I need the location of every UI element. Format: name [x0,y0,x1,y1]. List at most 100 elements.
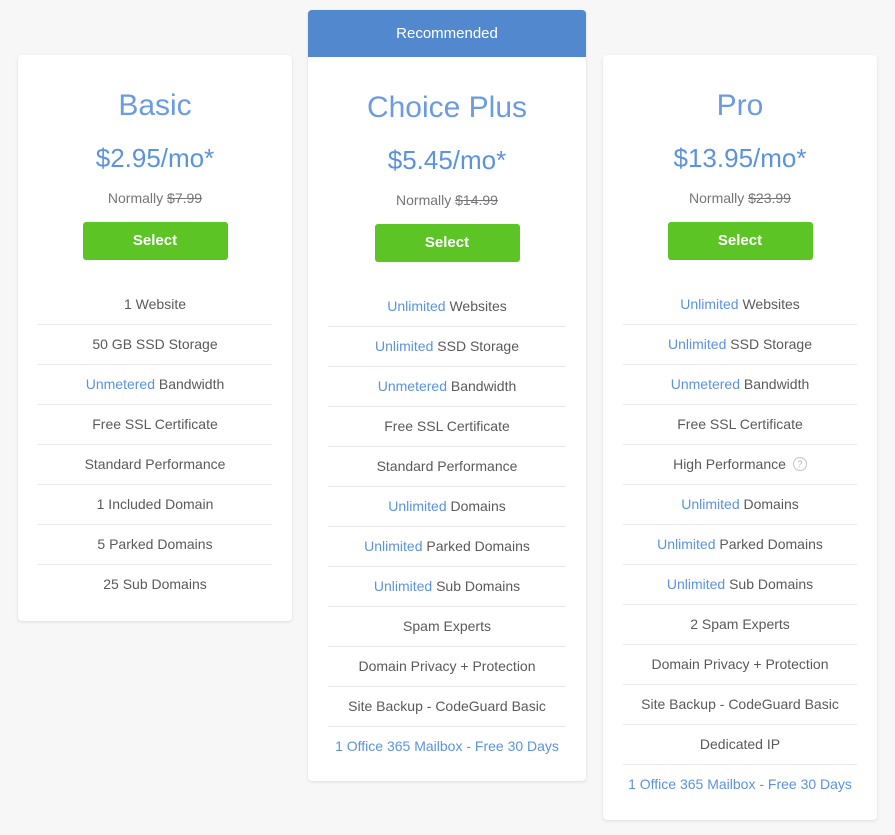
feature-item: Free SSL Certificate [623,403,857,444]
feature-label: 5 Parked Domains [97,536,213,553]
feature-label: Bandwidth [158,376,225,393]
feature-item: Domain Privacy + Protection [328,645,566,686]
feature-label: Bandwidth [450,378,517,395]
feature-item: Unlimited Domains [328,485,566,526]
feature-item: Spam Experts [328,605,566,646]
feature-label: Spam Experts [403,618,491,635]
feature-item: Unmetered Bandwidth [623,363,857,404]
feature-label: Bandwidth [743,376,810,393]
feature-item: Unlimited Websites [328,286,566,326]
feature-item: Unlimited Parked Domains [328,525,566,566]
feature-item: Domain Privacy + Protection [623,643,857,684]
select-button-pro[interactable]: Select [667,221,813,260]
feature-item: Free SSL Certificate [38,403,272,444]
feature-label: Websites [449,297,507,314]
feature-label: SSD Storage [730,336,812,353]
normally-label: Normally [107,189,164,206]
plan-name-pro: Pro [716,89,764,122]
feature-item: Unlimited Sub Domains [328,565,566,606]
feature-label: Sub Domains [436,578,521,595]
plan-card-pro[interactable]: Pro $13.95/mo* Normally $23.99 Select Un… [603,55,877,820]
feature-label: High Performance [673,456,786,473]
feature-label: 1 Office 365 Mailbox - Free 30 Days [628,776,852,793]
help-icon[interactable]: ? [792,457,807,472]
feature-item: Standard Performance [38,443,272,484]
plan-normally-pro: Normally $23.99 [603,190,877,206]
feature-highlight: Unlimited [364,538,423,555]
feature-list-basic: 1 Website 50 GB SSD Storage Unmetered Band… [18,284,292,604]
plan-price-basic: $2.95/mo* [95,143,215,173]
plan-card-basic[interactable]: Basic $2.95/mo* Normally $7.99 Select 1 … [18,55,292,621]
feature-item: Site Backup - CodeGuard Basic [328,685,566,726]
feature-label: Domains [743,496,799,513]
feature-label: Site Backup - CodeGuard Basic [348,698,546,715]
feature-label: Site Backup - CodeGuard Basic [641,696,839,713]
feature-highlight: Unlimited [373,578,433,595]
feature-item: Unlimited SSD Storage [623,323,857,364]
normally-label: Normally [689,189,745,206]
plan-normally-basic: Normally $7.99 [18,190,292,206]
feature-item-link[interactable]: 1 Office 365 Mailbox - Free 30 Days [623,763,857,804]
feature-highlight: Unlimited [388,498,447,515]
feature-item: Unmetered Bandwidth [328,365,566,406]
plan-header-choice-plus: Choice Plus $5.45/mo* Normally $14.99 Se… [308,57,586,286]
feature-label: Domain Privacy + Protection [651,656,829,673]
plan-header-basic: Basic $2.95/mo* Normally $7.99 Select [18,55,292,284]
feature-label: Domains [450,498,506,515]
feature-list-pro: Unlimited Websites Unlimited SSD Storage U… [603,284,877,804]
pricing-table: Basic $2.95/mo* Normally $7.99 Select 1 … [0,0,895,835]
feature-item: Unmetered Bandwidth [38,363,272,404]
feature-label: 2 Spam Experts [690,616,790,633]
feature-highlight: Unmetered [85,376,155,393]
feature-label: 25 Sub Domains [103,576,207,593]
plan-card-choice-plus[interactable]: Recommended Choice Plus $5.45/mo* Normal… [308,10,586,781]
feature-label: Dedicated IP [699,736,781,753]
feature-label: 50 GB SSD Storage [92,336,218,353]
feature-label: Parked Domains [719,536,823,553]
feature-label: 1 Office 365 Mailbox - Free 30 Days [335,738,559,755]
feature-item: Free SSL Certificate [328,405,566,446]
plan-name-choice-plus: Choice Plus [366,91,528,124]
feature-label: Standard Performance [376,458,518,475]
select-button-choice-plus[interactable]: Select [374,223,520,262]
plan-header-pro: Pro $13.95/mo* Normally $23.99 Select [603,55,877,284]
feature-item: Standard Performance [328,445,566,486]
feature-label: Standard Performance [84,456,226,473]
feature-label: Domain Privacy + Protection [358,658,536,675]
feature-label: Free SSL Certificate [384,418,510,435]
plan-price-pro: $13.95/mo* [673,143,807,173]
feature-item-link[interactable]: 1 Office 365 Mailbox - Free 30 Days [328,725,566,766]
feature-highlight: Unmetered [670,376,740,393]
feature-highlight: Unlimited [680,295,739,312]
select-button-basic[interactable]: Select [82,221,228,260]
feature-item: Unlimited SSD Storage [328,325,566,366]
feature-label: 1 Included Domain [96,496,214,513]
normally-old-price: $23.99 [748,189,791,206]
feature-label: Parked Domains [426,538,530,555]
feature-item: Unlimited Sub Domains [623,563,857,604]
feature-highlight: Unlimited [668,336,727,353]
plan-normally-choice-plus: Normally $14.99 [308,192,586,208]
feature-label: Sub Domains [729,576,814,593]
feature-list-choice-plus: Unlimited Websites Unlimited SSD Storage U… [308,286,586,766]
feature-highlight: Unlimited [666,576,726,593]
feature-item: 2 Spam Experts [623,603,857,644]
feature-label: Free SSL Certificate [677,416,803,433]
plan-price-choice-plus: $5.45/mo* [387,145,507,175]
normally-old-price: $14.99 [455,191,498,208]
feature-item: High Performance? [623,443,857,484]
feature-label: Websites [742,295,800,312]
feature-item: 25 Sub Domains [38,563,272,604]
feature-item: 1 Website [38,284,272,324]
feature-highlight: Unlimited [657,536,716,553]
feature-item: Dedicated IP [623,723,857,764]
normally-label: Normally [396,191,452,208]
feature-highlight: Unlimited [681,496,740,513]
normally-old-price: $7.99 [167,189,203,206]
recommended-badge: Recommended [308,10,586,57]
feature-item: 5 Parked Domains [38,523,272,564]
plan-name-basic: Basic [118,89,192,122]
feature-item: Unlimited Domains [623,483,857,524]
feature-label: 1 Website [124,295,186,312]
feature-highlight: Unlimited [387,297,446,314]
